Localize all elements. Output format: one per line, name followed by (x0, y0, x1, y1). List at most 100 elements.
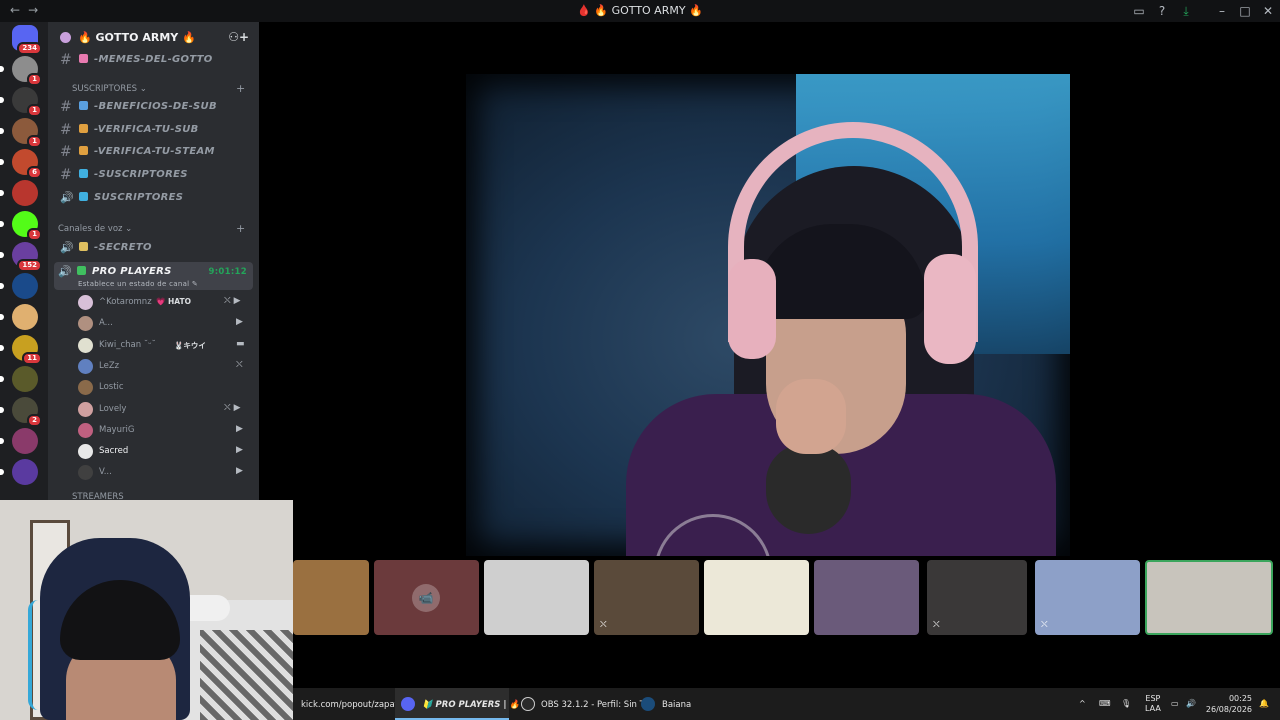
participant-tile[interactable] (1145, 560, 1273, 635)
unread-indicator (0, 252, 4, 258)
clock-time: 00:25 (1228, 694, 1252, 703)
participant-tile[interactable]: ⛌ (594, 560, 699, 635)
unread-indicator (0, 159, 4, 165)
voice-user[interactable]: MayuriG ▶ (76, 420, 251, 440)
avatar (78, 295, 93, 310)
voice-user-name: Lostic (99, 382, 124, 393)
mention-badge: 152 (17, 259, 42, 272)
category-suscriptores[interactable]: SUSCRIPTORES ⌄ + (58, 82, 245, 95)
hash-icon: # (60, 52, 73, 68)
hash-icon: # (60, 144, 73, 161)
participant-tile[interactable] (704, 560, 809, 635)
user-tag: 💗 HATO (156, 297, 191, 306)
voice-user[interactable]: Kiwi_chan ˘ᵕ˘ 🐰キウイ ▬ (76, 335, 251, 355)
taskbar-label: kick.com/popout/zapati (301, 700, 401, 710)
voice-user[interactable]: V... ▶ (76, 462, 251, 482)
channel-status-setter[interactable]: Establece un estado de canal ✎ (78, 280, 198, 288)
server-icon[interactable] (0, 428, 38, 454)
language-indicator[interactable]: ESP LAA (1145, 694, 1161, 714)
maximize-icon[interactable]: □ (1237, 3, 1253, 19)
participant-tile[interactable]: 📹 (374, 560, 479, 635)
voice-channel-pro-players[interactable]: 🔊 PRO PLAYERS 9:01:12 Establece un estad… (54, 262, 253, 290)
voice-channel-secreto[interactable]: 🔊 -SECRETO (56, 238, 252, 258)
category-canales-de-voz[interactable]: Canales de voz ⌄ + (58, 222, 245, 235)
avatar (78, 465, 93, 481)
participant-tiles: 📹 ⛌ ⛌ ⛌ (293, 560, 1280, 636)
participant-tile[interactable] (484, 560, 589, 635)
tray-chevron-icon[interactable]: ^ (1079, 699, 1086, 708)
channel-item[interactable]: # -VERIFICA-TU-STEAM (56, 142, 252, 162)
voice-user[interactable]: Lovely ⛌ ▶ (76, 399, 251, 419)
avatar (78, 380, 93, 396)
minimize-icon[interactable]: – (1214, 3, 1230, 19)
window-title: 🩸 🔥 GOTTO ARMY 🔥 (577, 4, 703, 17)
guild-name[interactable]: 🔥 GOTTO ARMY 🔥 (78, 31, 196, 44)
microphone-icon[interactable]: 🎙 (1121, 699, 1131, 708)
voice-status-icons: ⛌ ▶ (224, 296, 241, 306)
voice-user[interactable]: ^Kotaromnz 💗 HATO ⛌ ▶ (76, 292, 251, 312)
taskbar-item-discord[interactable]: 🔰 PRO PLAYERS | 🔥 › (395, 688, 526, 720)
volume-icon[interactable]: 🔊 (1186, 699, 1196, 708)
inbox-icon[interactable]: ▭ (1131, 3, 1147, 19)
server-icon[interactable] (0, 273, 38, 299)
participant-tile[interactable] (814, 560, 919, 635)
channel-item[interactable]: # -BENEFICIOS-DE-SUB (56, 97, 252, 117)
server-icon[interactable]: 1 (0, 56, 42, 86)
server-icon[interactable] (0, 459, 38, 485)
mention-badge: 1 (27, 73, 42, 86)
server-icon[interactable]: 2 (0, 397, 42, 427)
add-channel-icon[interactable]: + (236, 82, 245, 95)
network-icon[interactable]: ▭ (1171, 699, 1179, 708)
taskbar-item-obs[interactable]: OBS 32.1.2 - Perfil: Sin Tí (515, 688, 647, 720)
guild-header[interactable]: 🔥 GOTTO ARMY 🔥 ⚇+ (48, 22, 259, 52)
notification-icon[interactable]: 🔔 (1259, 699, 1269, 708)
server-icon[interactable]: 152 (0, 242, 42, 272)
mention-badge: 1 (27, 104, 42, 117)
keyboard-icon[interactable]: ⌨ (1099, 699, 1111, 708)
unread-indicator (0, 190, 4, 196)
participant-tile[interactable] (293, 560, 369, 635)
server-icon[interactable] (0, 304, 38, 330)
server-icon[interactable]: 6 (0, 149, 42, 179)
taskbar: kick.com/popout/zapati 🔰 PRO PLAYERS | 🔥… (293, 688, 1280, 720)
voice-user[interactable]: Lostic (76, 377, 251, 397)
server-icon[interactable]: 1 (0, 118, 42, 148)
main-video-stream[interactable] (466, 74, 1070, 556)
speaker-icon: 🔊 (60, 190, 74, 204)
voice-user-name: Sacred (99, 446, 129, 457)
participant-tile[interactable]: ⛌ (1035, 560, 1140, 635)
taskbar-item-steam[interactable]: Baiana (635, 688, 695, 720)
help-icon[interactable]: ? (1154, 3, 1170, 19)
server-icon[interactable]: 1 (0, 87, 42, 117)
unread-indicator (0, 128, 4, 134)
add-user-icon[interactable]: ⚇+ (228, 30, 249, 44)
unread-indicator (0, 376, 4, 382)
voice-status-icons: ⛌ (236, 359, 243, 370)
muted-mic-icon: ⛌ (1041, 620, 1048, 630)
voice-user[interactable]: LeZz ⛌ (76, 356, 251, 376)
voice-user[interactable]: A... ▶ (76, 313, 251, 333)
taskbar-item-kick[interactable]: kick.com/popout/zapati (297, 688, 400, 720)
download-icon[interactable]: ⤓ (1178, 3, 1194, 19)
add-channel-icon[interactable]: + (236, 222, 245, 235)
channel-name: -SECRETO (94, 242, 152, 253)
server-icon[interactable]: 1 (0, 211, 42, 241)
voice-user-name: A... (99, 318, 113, 329)
channel-memes-del-gotto[interactable]: # -MEMES-DEL-GOTTO (56, 50, 252, 70)
voice-status-icons: ⛌ ▶ (224, 402, 241, 413)
channel-item[interactable]: # -SUSCRIPTORES (56, 165, 252, 185)
close-icon[interactable]: ✕ (1260, 3, 1276, 19)
category-streamers[interactable]: STREAMERS (58, 492, 124, 500)
server-icon[interactable]: 11 (0, 335, 42, 365)
channel-item[interactable]: # -VERIFICA-TU-SUB (56, 120, 252, 140)
server-icon[interactable] (0, 366, 38, 392)
mention-badge: 1 (27, 135, 42, 148)
channel-item[interactable]: 🔊 SUSCRIPTORES (56, 188, 252, 208)
system-clock[interactable]: 00:25 26/08/2026 (1206, 693, 1252, 715)
server-icon[interactable] (0, 180, 38, 206)
server-icon[interactable]: 234 (12, 25, 42, 55)
participant-tile[interactable]: ⛌ (927, 560, 1027, 635)
speaker-icon: 🔊 (58, 265, 72, 278)
voice-user[interactable]: Sacred ▶ (76, 441, 251, 461)
voice-timer: 9:01:12 (208, 267, 247, 277)
